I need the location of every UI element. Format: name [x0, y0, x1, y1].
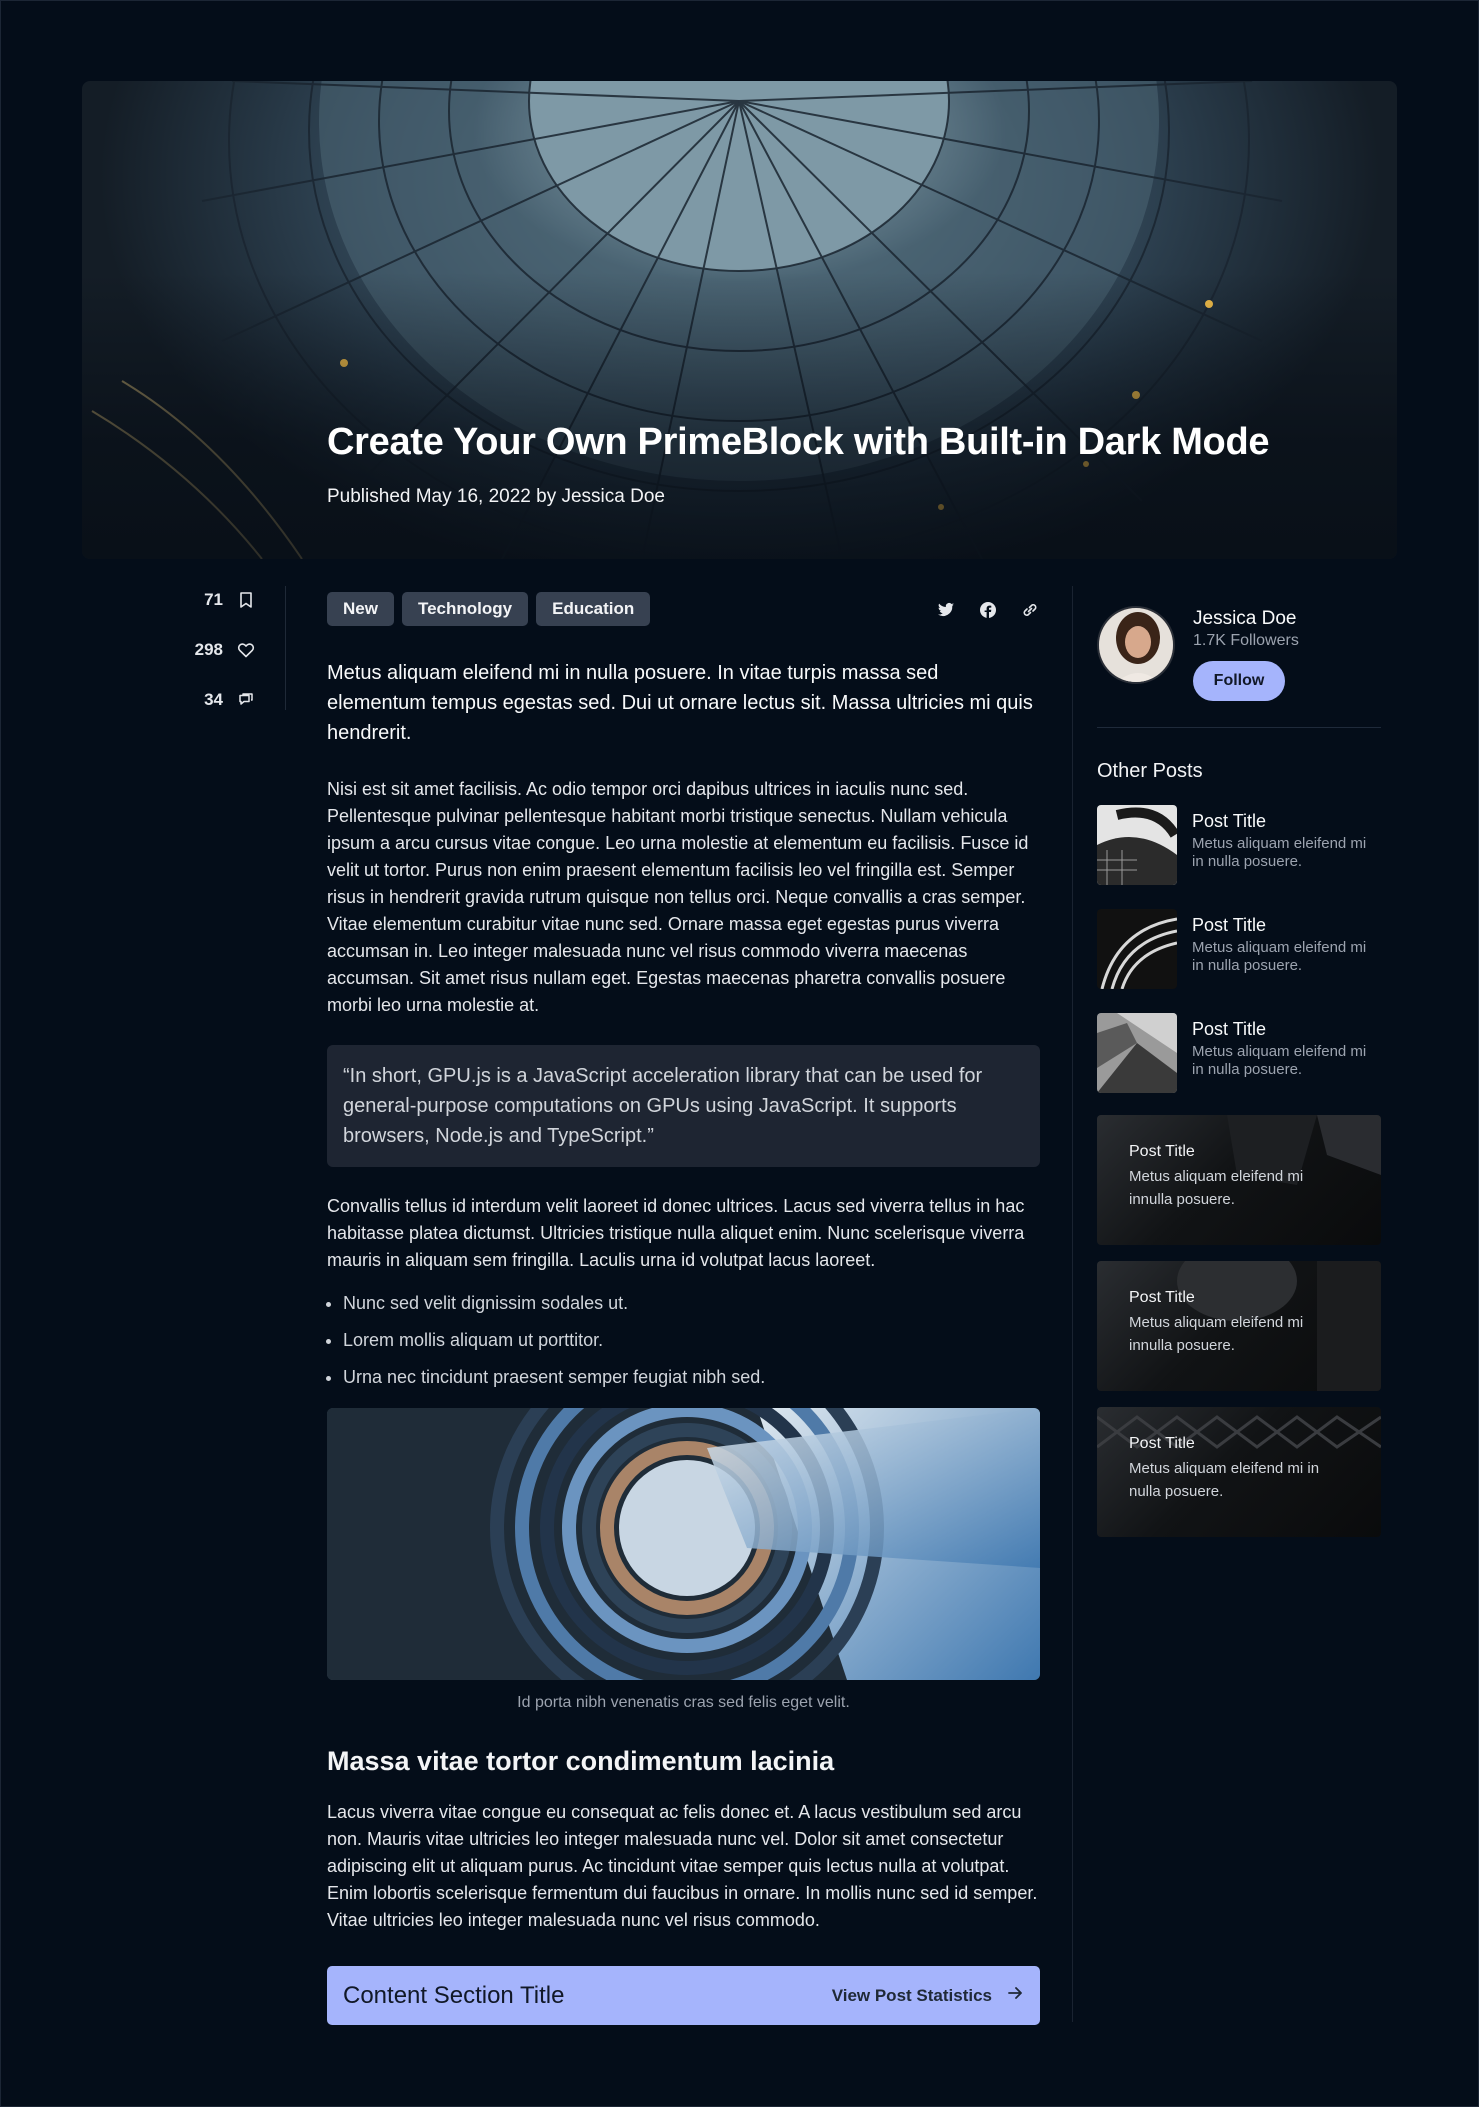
comment-count: 34 [204, 690, 223, 709]
post-thumbnail [1097, 909, 1177, 989]
post-title: Post Title [1192, 1019, 1267, 1039]
post-description: Metus aliquam eleifend mi innulla posuer… [1129, 1168, 1304, 1208]
content-section-title: Content Section Title [343, 1981, 565, 2009]
post-title: Post Title [1192, 811, 1267, 831]
article-image [327, 1408, 1040, 1680]
article-body: New Technology Education Metus aliquam e… [327, 592, 1040, 2025]
heart-icon[interactable] [237, 641, 255, 659]
article-paragraph: Convallis tellus id interdum velit laore… [327, 1196, 1025, 1270]
post-meta: Published May 16, 2022 by Jessica Doe [327, 486, 665, 507]
stat-bookmarks[interactable]: 71 [204, 590, 255, 610]
column-divider [1072, 586, 1073, 2022]
list-item[interactable]: Post Title Metus aliquam eleifend mi in … [1097, 1013, 1381, 1095]
post-thumbnail [1097, 805, 1177, 885]
avatar[interactable] [1097, 606, 1175, 684]
list-item[interactable]: Post Title Metus aliquam eleifend mi in … [1097, 805, 1381, 887]
post-title: Post Title [1129, 1435, 1195, 1452]
post-title: Post Title [1192, 915, 1267, 935]
follow-button[interactable]: Follow [1193, 661, 1285, 701]
section-heading: Massa vitae tortor condimentum lacinia [327, 1746, 835, 1776]
article-lead: Metus aliquam eleifend mi in nulla posue… [327, 662, 1033, 744]
post-description: Metus aliquam eleifend mi in nulla posue… [1192, 1043, 1367, 1078]
tag-list: New Technology Education [327, 592, 1040, 626]
facebook-icon[interactable] [978, 600, 998, 620]
list-item: Lorem mollis aliquam ut porttitor. [343, 1329, 1040, 1351]
post-title: Create Your Own PrimeBlock with Built-in… [327, 421, 1270, 463]
bookmark-icon[interactable] [237, 591, 255, 609]
article-bullet-list: Nunc sed velit dignissim sodales ut. Lor… [327, 1292, 1040, 1388]
tag-technology[interactable]: Technology [401, 592, 529, 626]
post-title: Post Title [1129, 1289, 1195, 1306]
article-paragraph: Nisi est sit amet facilisis. Ac odio tem… [327, 779, 1029, 1015]
other-posts-heading: Other Posts [1097, 760, 1203, 782]
hero-banner: Create Your Own PrimeBlock with Built-in… [82, 81, 1397, 559]
article-quote: “In short, GPU.js is a JavaScript accele… [327, 1045, 1040, 1167]
hero-overlay [82, 81, 1397, 559]
arrow-right-icon [1006, 1984, 1024, 2007]
post-description: Metus aliquam eleifend mi innulla posuer… [1129, 1314, 1304, 1354]
post-description: Metus aliquam eleifend mi in nulla posue… [1192, 835, 1367, 870]
link-icon[interactable] [1020, 600, 1040, 620]
view-post-statistics-link[interactable]: View Post Statistics [832, 1984, 1024, 2007]
view-post-statistics-label: View Post Statistics [831, 1985, 992, 2005]
post-card[interactable]: Post Title Metus aliquam eleifend mi inn… [1097, 1115, 1381, 1245]
image-caption: Id porta nibh venenatis cras sed felis e… [517, 1694, 850, 1711]
author-followers: 1.7K Followers [1193, 632, 1299, 649]
list-item: Nunc sed velit dignissim sodales ut. [343, 1292, 1040, 1314]
stat-likes[interactable]: 298 [195, 640, 255, 660]
like-count: 298 [194, 640, 223, 659]
post-stats: 71 298 34 [160, 586, 286, 710]
article-paragraph: Lacus viverra vitae congue eu consequat … [327, 1802, 1038, 1930]
author-card: Jessica Doe 1.7K Followers Follow [1097, 604, 1381, 728]
post-title: Post Title [1129, 1143, 1195, 1160]
tag-education[interactable]: Education [536, 592, 651, 626]
tag-new[interactable]: New [327, 592, 394, 626]
share-links [936, 600, 1040, 620]
post-description: Metus aliquam eleifend mi in nulla posue… [1192, 939, 1367, 974]
content-section-banner: Content Section Title View Post Statisti… [327, 1966, 1040, 2025]
stat-comments[interactable]: 34 [204, 690, 255, 710]
sidebar: Jessica Doe 1.7K Followers Follow Other … [1097, 604, 1381, 1537]
post-description: Metus aliquam eleifend mi in nulla posue… [1129, 1460, 1320, 1500]
list-item: Urna nec tincidunt praesent semper feugi… [343, 1366, 1040, 1388]
author-name[interactable]: Jessica Doe [1193, 608, 1297, 630]
twitter-icon[interactable] [936, 600, 956, 620]
post-card[interactable]: Post Title Metus aliquam eleifend mi in … [1097, 1407, 1381, 1537]
bookmark-count: 71 [204, 590, 223, 609]
post-thumbnail [1097, 1013, 1177, 1093]
comment-icon[interactable] [237, 691, 255, 709]
post-card[interactable]: Post Title Metus aliquam eleifend mi inn… [1097, 1261, 1381, 1391]
list-item[interactable]: Post Title Metus aliquam eleifend mi in … [1097, 909, 1381, 991]
